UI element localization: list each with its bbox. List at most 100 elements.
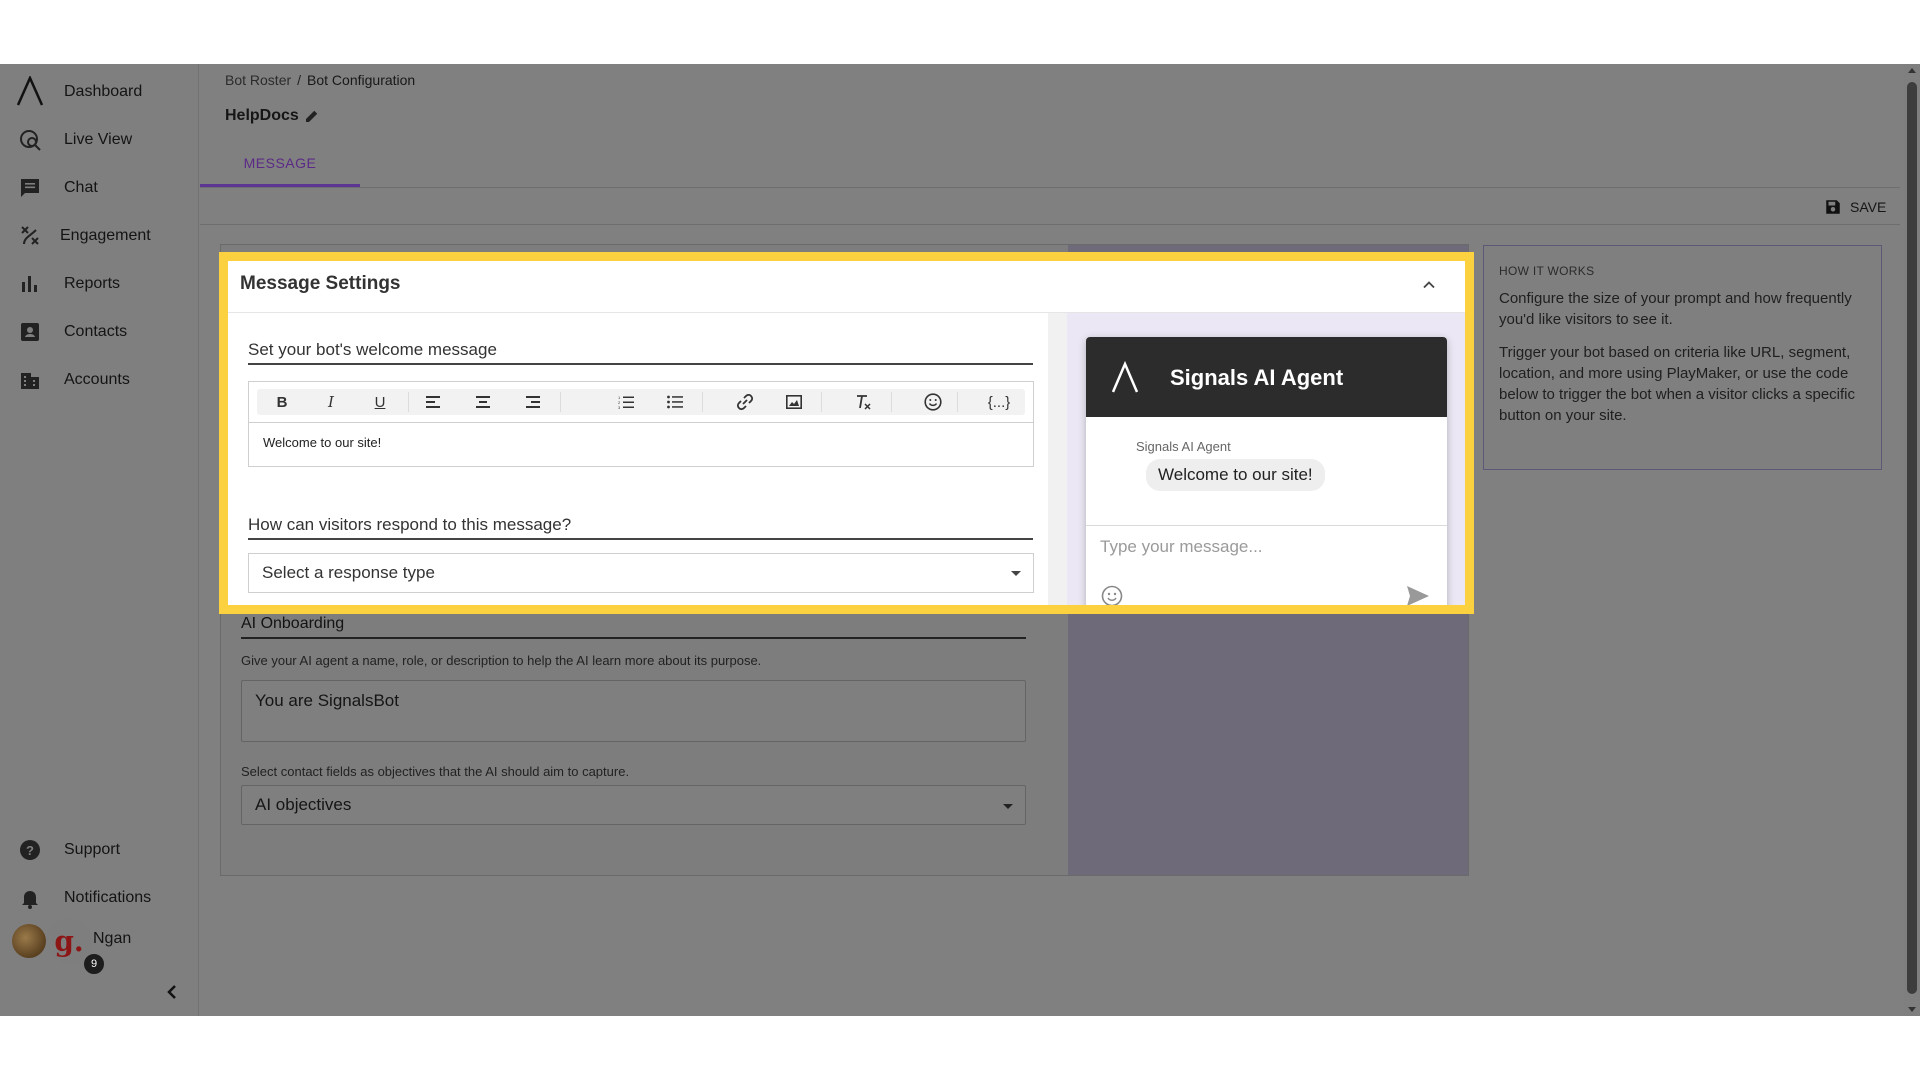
ai-onboarding-title: AI Onboarding: [241, 615, 1026, 639]
chat-title: Signals AI Agent: [1170, 365, 1344, 390]
link-icon: [737, 394, 753, 410]
notification-count-badge: 9: [82, 952, 106, 976]
sidebar: Dashboard Live View Chat Engagement Repo…: [0, 64, 199, 1016]
page-title: HelpDocs: [225, 107, 299, 124]
toolbar-separator: [560, 392, 561, 412]
clear-format-icon: [857, 395, 871, 410]
signals-logo-icon: [1111, 361, 1139, 393]
toolbar-separator: [891, 392, 892, 412]
clear-format-button[interactable]: [851, 389, 877, 415]
bullet-list-icon: [667, 395, 683, 409]
ai-onboarding-help: Give your AI agent a name, role, or desc…: [241, 653, 762, 668]
link-button[interactable]: [732, 389, 758, 415]
tab-message[interactable]: MESSAGE: [200, 149, 360, 187]
chat-header: Signals AI Agent: [1086, 337, 1447, 417]
caret-down-icon: [1011, 571, 1021, 576]
sidebar-item-engagement[interactable]: Engagement: [0, 216, 199, 256]
page-scrollbar[interactable]: [1904, 64, 1920, 1016]
preview-gutter: [1048, 313, 1067, 605]
bell-icon: [22, 891, 38, 909]
avatar[interactable]: [12, 924, 46, 958]
toolbar-separator: [821, 392, 822, 412]
message-settings-highlight: Message Settings Set your bot's welcome …: [219, 252, 1474, 614]
sidebar-item-label: Notifications: [64, 889, 152, 906]
rich-text-toolbar: B I U 123 {...}: [248, 381, 1034, 423]
chevron-left-icon[interactable]: [160, 980, 184, 1004]
sidebar-item-live-view[interactable]: Live View: [0, 120, 199, 160]
welcome-message-editor[interactable]: Welcome to our site!: [248, 423, 1034, 467]
insert-variable-button[interactable]: {...}: [979, 389, 1019, 415]
welcome-message-label: Set your bot's welcome message: [248, 340, 1033, 365]
message-settings-title: Message Settings: [240, 273, 401, 294]
toolbar-divider: [200, 224, 1900, 225]
breadcrumb-separator: /: [297, 72, 302, 88]
how-it-works-paragraph-1: Configure the size of your prompt and ho…: [1499, 290, 1852, 328]
bold-button[interactable]: B: [269, 389, 295, 415]
sidebar-item-chat[interactable]: Chat: [0, 168, 199, 208]
response-type-select[interactable]: Select a response type: [248, 553, 1034, 593]
ai-objectives-select[interactable]: AI objectives: [241, 785, 1026, 825]
ordered-list-icon: 123: [618, 395, 634, 409]
objectives-help: Select contact fields as objectives that…: [241, 764, 630, 779]
emoji-icon[interactable]: [1101, 585, 1123, 607]
scrollbar-thumb[interactable]: [1907, 82, 1917, 994]
emoji-button[interactable]: [920, 389, 946, 415]
how-it-works-heading: HOW IT WORKS: [1499, 264, 1595, 278]
bullet-list-button[interactable]: [662, 389, 688, 415]
sidebar-item-reports[interactable]: Reports: [0, 264, 199, 304]
pencil-icon[interactable]: [303, 107, 321, 125]
sidebar-item-contacts[interactable]: Contacts: [0, 312, 199, 352]
ordered-list-button[interactable]: 123: [613, 389, 639, 415]
live-view-icon: [20, 130, 41, 151]
reports-icon: [22, 276, 37, 292]
chat-message-bubble: Welcome to our site!: [1146, 459, 1325, 491]
align-left-button[interactable]: [421, 389, 447, 415]
scroll-down-arrow-icon[interactable]: [1908, 1007, 1916, 1012]
sidebar-item-label: Contacts: [64, 323, 128, 340]
accounts-icon: [21, 373, 39, 389]
chat-preview-widget: Signals AI Agent Signals AI Agent Welcom…: [1086, 337, 1447, 607]
breadcrumb: Bot Roster / Bot Configuration: [225, 72, 415, 88]
breadcrumb-parent[interactable]: Bot Roster: [225, 72, 291, 88]
how-it-works-paragraph-2: Trigger your bot based on criteria like …: [1499, 344, 1855, 424]
save-button[interactable]: SAVE: [1824, 196, 1886, 218]
sidebar-item-label: Support: [64, 841, 121, 858]
engagement-icon: [21, 226, 39, 245]
breadcrumb-current: Bot Configuration: [307, 72, 416, 88]
align-center-icon: [476, 396, 490, 408]
sidebar-item-notifications[interactable]: Notifications: [0, 878, 199, 918]
sidebar-item-dashboard[interactable]: Dashboard: [0, 72, 199, 112]
align-left-icon: [426, 396, 440, 408]
sidebar-item-label: Dashboard: [64, 83, 143, 100]
chevron-up-icon[interactable]: [1419, 275, 1439, 295]
sidebar-item-label: Chat: [64, 179, 98, 196]
align-center-button[interactable]: [470, 389, 496, 415]
underline-button[interactable]: U: [367, 389, 393, 415]
align-right-icon: [526, 396, 540, 408]
sidebar-item-label: Reports: [64, 275, 121, 292]
sidebar-item-support[interactable]: ? Support: [0, 830, 199, 870]
floppy-disk-icon: [1826, 200, 1840, 214]
save-label: SAVE: [1850, 199, 1887, 215]
ai-prompt-field[interactable]: You are SignalsBot: [241, 680, 1026, 742]
caret-down-icon: [1003, 804, 1013, 809]
chat-icon: [21, 179, 39, 197]
chat-message-input[interactable]: Type your message...: [1100, 537, 1263, 557]
sidebar-item-accounts[interactable]: Accounts: [0, 360, 199, 400]
sidebar-item-label: Accounts: [64, 371, 130, 388]
italic-button[interactable]: I: [318, 389, 344, 415]
align-right-button[interactable]: [519, 389, 545, 415]
svg-text:3: 3: [618, 405, 621, 409]
response-type-value: Select a response type: [262, 563, 435, 582]
emoji-icon: [924, 393, 942, 411]
send-icon[interactable]: [1406, 585, 1430, 607]
image-button[interactable]: [781, 389, 807, 415]
scroll-up-arrow-icon[interactable]: [1908, 68, 1916, 73]
chat-sender-name: Signals AI Agent: [1136, 439, 1231, 454]
app-window: Dashboard Live View Chat Engagement Repo…: [0, 64, 1920, 1016]
how-it-works-panel: HOW IT WORKS Configure the size of your …: [1483, 245, 1882, 470]
ai-objectives-value: AI objectives: [255, 795, 352, 814]
toolbar-separator: [957, 392, 958, 412]
svg-text:?: ?: [26, 843, 34, 858]
tab-divider: [200, 187, 1900, 188]
